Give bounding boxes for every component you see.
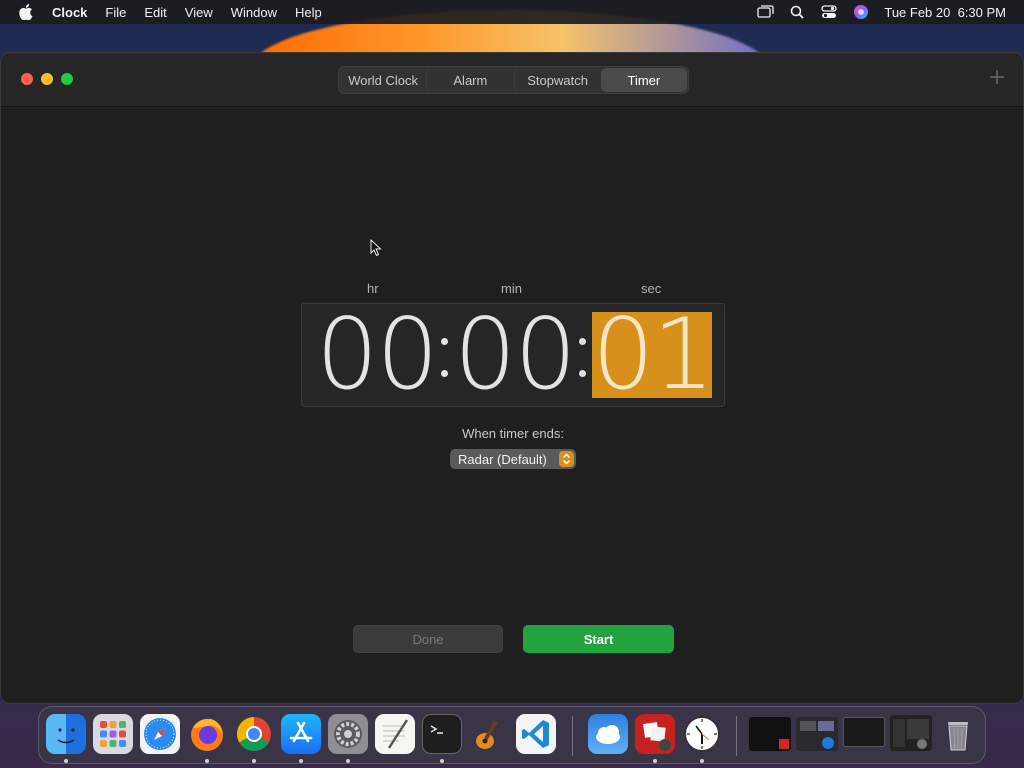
- minutes-label: min: [501, 281, 522, 296]
- siri-icon[interactable]: [852, 4, 870, 20]
- running-indicator: [440, 759, 444, 763]
- running-indicator: [700, 759, 704, 763]
- app-store-icon[interactable]: [281, 714, 321, 754]
- sound-select[interactable]: Radar (Default): [450, 449, 576, 469]
- colon-separator: [575, 324, 589, 384]
- apple-menu-icon[interactable]: [0, 4, 52, 20]
- garageband-icon[interactable]: [469, 714, 509, 754]
- hours-field[interactable]: 00: [316, 306, 439, 404]
- start-button[interactable]: Start: [523, 625, 674, 653]
- tab-bar: World Clock Alarm Stopwatch Timer: [338, 66, 689, 94]
- minutes-field[interactable]: 00: [454, 306, 577, 404]
- running-indicator: [64, 759, 68, 763]
- screen-mirroring-icon[interactable]: [756, 4, 774, 20]
- menu-clock[interactable]: Tue Feb 20 6:30 PM: [884, 5, 1006, 20]
- title-bar: World Clock Alarm Stopwatch Timer: [1, 53, 1023, 107]
- photo-booth-icon[interactable]: [635, 714, 675, 754]
- menu-window[interactable]: Window: [222, 5, 286, 20]
- textedit-icon[interactable]: [375, 714, 415, 754]
- chrome-icon[interactable]: [234, 714, 274, 754]
- firefox-icon[interactable]: [187, 714, 227, 754]
- chevron-up-down-icon: [559, 451, 574, 467]
- hours-label: hr: [367, 281, 379, 296]
- control-center-icon[interactable]: [820, 4, 838, 20]
- tab-timer[interactable]: Timer: [600, 68, 687, 92]
- dock-separator: [736, 716, 737, 756]
- dock-separator: [572, 716, 573, 756]
- launchpad-icon[interactable]: [93, 714, 133, 754]
- running-indicator: [653, 759, 657, 763]
- safari-icon[interactable]: [140, 714, 180, 754]
- running-indicator: [252, 759, 256, 763]
- menu-help[interactable]: Help: [286, 5, 331, 20]
- close-window-button[interactable]: [21, 73, 33, 85]
- system-settings-icon[interactable]: [328, 714, 368, 754]
- tab-alarm[interactable]: Alarm: [426, 68, 513, 92]
- window-thumb-icon[interactable]: [796, 717, 838, 751]
- tab-stopwatch[interactable]: Stopwatch: [513, 68, 601, 92]
- running-indicator: [205, 759, 209, 763]
- menu-view[interactable]: View: [176, 5, 222, 20]
- minimize-window-button[interactable]: [41, 73, 53, 85]
- dock: [38, 706, 986, 764]
- menu-edit[interactable]: Edit: [135, 5, 175, 20]
- running-indicator: [299, 759, 303, 763]
- seconds-field[interactable]: 01: [592, 306, 715, 404]
- add-icon[interactable]: [989, 69, 1005, 85]
- menu-file[interactable]: File: [96, 5, 135, 20]
- weather-icon[interactable]: [588, 714, 628, 754]
- colon-separator: [437, 324, 451, 384]
- window-thumb-icon[interactable]: [890, 715, 932, 751]
- vscode-icon[interactable]: [516, 714, 556, 754]
- tab-world-clock[interactable]: World Clock: [340, 68, 426, 92]
- menu-bar: Clock File Edit View Window Help Tue Feb…: [0, 0, 1024, 24]
- mouse-pointer-icon: [370, 238, 382, 262]
- window-controls: [21, 73, 73, 85]
- window-thumb-icon[interactable]: [749, 717, 791, 751]
- terminal-icon[interactable]: [422, 714, 462, 754]
- running-indicator: [346, 759, 350, 763]
- done-button[interactable]: Done: [353, 625, 503, 653]
- menu-app-name[interactable]: Clock: [52, 5, 96, 20]
- spotlight-search-icon[interactable]: [788, 4, 806, 20]
- when-timer-ends-label: When timer ends:: [462, 426, 564, 441]
- clock-icon[interactable]: [682, 714, 722, 754]
- finder-icon[interactable]: [46, 714, 86, 754]
- trash-icon[interactable]: [938, 714, 978, 754]
- timer-duration-picker: 00 00 01: [301, 303, 725, 407]
- window-thumb-icon[interactable]: [843, 717, 885, 747]
- seconds-label: sec: [641, 281, 662, 296]
- zoom-window-button[interactable]: [61, 73, 73, 85]
- clock-window: World Clock Alarm Stopwatch Timer hr min…: [0, 52, 1024, 704]
- sound-select-value: Radar (Default): [458, 451, 547, 467]
